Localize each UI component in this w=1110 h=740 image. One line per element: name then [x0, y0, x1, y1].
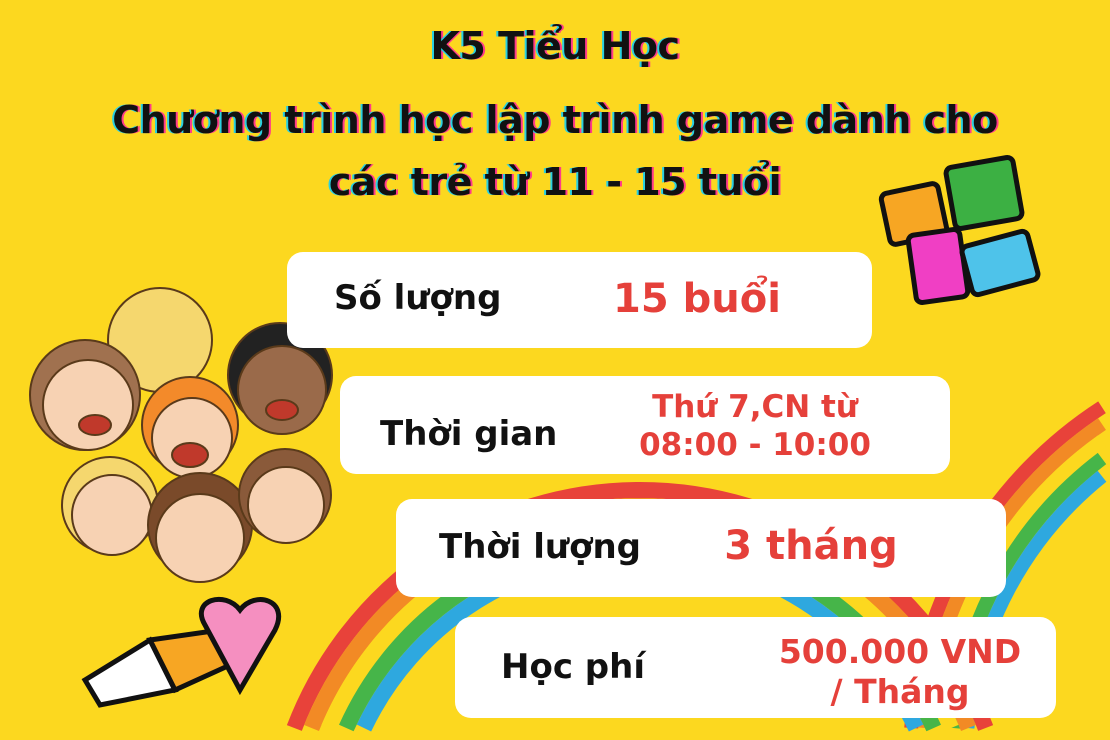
duration-value: 3 tháng — [724, 523, 898, 569]
fee-value-line-2: / Tháng — [830, 672, 970, 711]
duration-label: Thời lượng — [439, 527, 642, 567]
megaphone-heart-icon — [81, 596, 282, 708]
title-line-3: các trẻ từ 11 - 15 tuổi — [328, 160, 782, 204]
fee-label: Học phí — [501, 647, 646, 687]
title-line-1: K5 Tiểu Học — [430, 24, 680, 68]
schedule-value-line-1: Thứ 7,CN từ — [652, 389, 858, 425]
schedule-label: Thời gian — [380, 414, 558, 454]
quantity-label: Số lượng — [334, 278, 502, 318]
fee-value-line-1: 500.000 VND — [778, 632, 1022, 671]
info-card-schedule: Thời gian Thứ 7,CN từ 08:00 - 10:00 — [340, 376, 950, 474]
info-card-quantity: Số lượng 15 buổi — [287, 252, 872, 348]
schedule-value-line-2: 08:00 - 10:00 — [639, 427, 871, 463]
info-card-fee: Học phí 500.000 VND / Tháng — [455, 617, 1056, 718]
title-line-2: Chương trình học lập trình game dành cho — [112, 98, 998, 142]
info-card-duration: Thời lượng 3 tháng — [396, 499, 1006, 597]
quantity-value: 15 buổi — [613, 276, 781, 322]
